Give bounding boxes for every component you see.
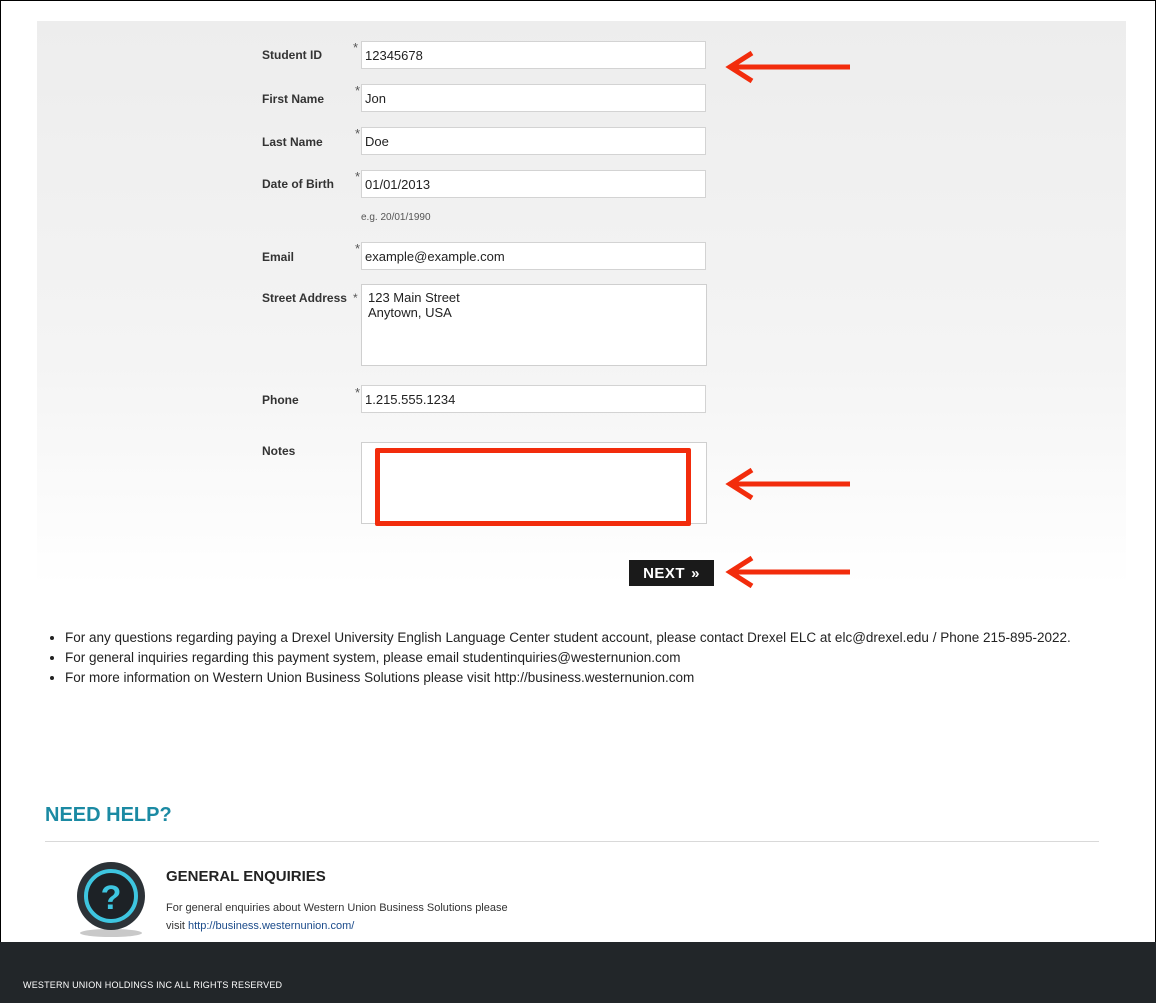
student-id-input[interactable]: 12345678 bbox=[361, 41, 706, 69]
general-enquiries-heading: GENERAL ENQUIRIES bbox=[166, 868, 326, 885]
annotation-box bbox=[375, 448, 691, 526]
last-name-input[interactable]: Doe bbox=[361, 127, 706, 155]
dob-input[interactable]: 01/01/2013 bbox=[361, 170, 706, 198]
required-mark: * bbox=[355, 169, 361, 184]
first-name-input[interactable]: Jon bbox=[361, 84, 706, 112]
red-arrow-icon bbox=[725, 555, 850, 589]
required-mark: * bbox=[355, 126, 361, 141]
next-button[interactable]: NEXT » bbox=[629, 560, 714, 586]
required-mark: * bbox=[353, 40, 359, 55]
question-mark-icon: ? bbox=[77, 862, 145, 937]
required-mark: * bbox=[355, 83, 361, 98]
red-arrow-icon bbox=[725, 50, 850, 84]
double-chevron-right-icon: » bbox=[691, 564, 700, 582]
required-mark: * bbox=[355, 241, 361, 256]
dob-label: Date of Birth bbox=[262, 177, 334, 191]
next-button-label: NEXT bbox=[643, 564, 686, 582]
phone-label: Phone bbox=[262, 393, 299, 407]
first-name-label: First Name bbox=[262, 92, 325, 106]
street-address-textarea[interactable]: 123 Main Street Anytown, USA bbox=[361, 284, 707, 366]
street-address-label: Street Address bbox=[262, 291, 347, 305]
required-mark: * bbox=[353, 291, 358, 305]
footer: WESTERN UNION HOLDINGS INC ALL RIGHTS RE… bbox=[0, 942, 1156, 1003]
last-name-label: Last Name bbox=[262, 135, 323, 149]
notes-label: Notes bbox=[262, 444, 296, 458]
email-input[interactable]: example@example.com bbox=[361, 242, 706, 270]
need-help-heading: NEED HELP? bbox=[45, 804, 172, 826]
dob-hint: e.g. 20/01/1990 bbox=[361, 212, 431, 223]
divider bbox=[45, 841, 1099, 842]
student-id-label: Student ID bbox=[262, 48, 322, 62]
email-label: Email bbox=[262, 250, 295, 264]
phone-input[interactable]: 1.215.555.1234 bbox=[361, 385, 706, 413]
info-item: For more information on Western Union Bu… bbox=[65, 670, 1125, 686]
info-item: For any questions regarding paying a Dre… bbox=[65, 630, 1125, 646]
required-mark: * bbox=[355, 385, 361, 400]
info-list: For any questions regarding paying a Dre… bbox=[45, 630, 1125, 690]
footer-copyright: WESTERN UNION HOLDINGS INC ALL RIGHTS RE… bbox=[23, 980, 283, 990]
red-arrow-icon bbox=[725, 467, 850, 501]
general-enquiries-text: For general enquiries about Western Unio… bbox=[166, 899, 526, 935]
enquiries-link[interactable]: http://business.westernunion.com/ bbox=[188, 920, 354, 932]
svg-text:?: ? bbox=[101, 879, 122, 917]
info-item: For general inquiries regarding this pay… bbox=[65, 650, 1125, 666]
